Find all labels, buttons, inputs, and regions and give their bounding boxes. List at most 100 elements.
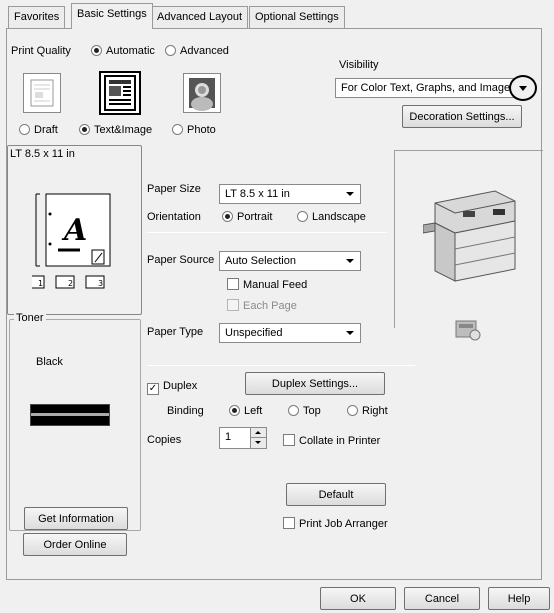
manual-feed-checkbox[interactable]: Manual Feed <box>227 278 307 291</box>
paper-source-select[interactable]: Auto Selection <box>219 251 361 271</box>
tab-optional-settings[interactable]: Optional Settings <box>249 6 345 28</box>
help-button[interactable]: Help <box>488 587 550 610</box>
printer-status-icon <box>455 320 481 341</box>
copies-up-button[interactable] <box>250 428 266 438</box>
duplex-check-box: ✓ <box>147 383 159 395</box>
print-quality-label: Print Quality <box>11 45 71 57</box>
visibility-label: Visibility <box>339 59 379 71</box>
paper-source-label: Paper Source <box>147 254 215 266</box>
print-job-arranger-checkbox[interactable]: Print Job Arranger <box>283 517 388 530</box>
visibility-select[interactable]: For Color Text, Graphs, and Image <box>335 78 515 98</box>
toner-group: Toner Black Get Information <box>9 312 141 531</box>
tab-advanced-layout[interactable]: Advanced Layout <box>151 6 249 28</box>
radio-photo-label: Photo <box>187 124 216 136</box>
chevron-down-icon <box>519 86 527 91</box>
radio-draft-label: Draft <box>34 124 58 136</box>
radio-binding-top-dot <box>288 405 299 416</box>
text-image-mode-icon[interactable] <box>99 71 141 115</box>
radio-photo[interactable]: Photo <box>172 124 216 136</box>
toner-level-bar <box>30 404 110 426</box>
radio-landscape[interactable]: Landscape <box>297 211 366 223</box>
radio-binding-right-label: Right <box>362 405 388 417</box>
duplex-settings-button[interactable]: Duplex Settings... <box>245 372 385 395</box>
basic-settings-panel: Print Quality Automatic Advanced Draft T… <box>6 28 543 580</box>
radio-binding-top[interactable]: Top <box>288 405 321 417</box>
radio-advanced-label: Advanced <box>180 45 229 57</box>
decoration-settings-button[interactable]: Decoration Settings... <box>402 105 522 128</box>
radio-photo-dot <box>172 124 183 135</box>
print-job-arranger-box <box>283 517 295 529</box>
manual-feed-box <box>227 278 239 290</box>
radio-portrait[interactable]: Portrait <box>222 211 272 223</box>
toner-legend: Toner <box>14 312 46 324</box>
page-preview-icon: A 1 2 3 <box>32 193 111 289</box>
tab-favorites[interactable]: Favorites <box>8 6 66 28</box>
copies-down-button[interactable] <box>250 438 266 448</box>
chevron-up-icon <box>255 431 261 434</box>
paper-size-value: LT 8.5 x 11 in <box>225 188 290 200</box>
copies-stepper[interactable]: 1 <box>219 427 267 449</box>
radio-automatic-label: Automatic <box>106 45 155 57</box>
collate-label: Collate in Printer <box>299 435 381 447</box>
cancel-button[interactable]: Cancel <box>404 587 480 610</box>
chevron-down-icon <box>346 192 354 196</box>
radio-automatic-dot <box>91 45 102 56</box>
orientation-label: Orientation <box>147 211 201 223</box>
default-button[interactable]: Default <box>286 483 386 506</box>
svg-text:2: 2 <box>68 279 73 288</box>
paper-size-label: Paper Size <box>147 183 201 195</box>
tab-basic-settings[interactable]: Basic Settings <box>71 3 153 29</box>
each-page-label: Each Page <box>243 300 297 312</box>
printer-image-frame <box>394 150 543 341</box>
copies-label: Copies <box>147 434 182 446</box>
svg-text:1: 1 <box>38 279 43 288</box>
manual-feed-label: Manual Feed <box>243 279 308 291</box>
each-page-box <box>227 299 239 311</box>
radio-text-image[interactable]: Text&Image <box>79 124 152 136</box>
radio-binding-left-label: Left <box>244 405 263 417</box>
radio-automatic[interactable]: Automatic <box>91 45 155 57</box>
paper-preview: LT 8.5 x 11 in A 1 2 3 <box>7 145 142 315</box>
chevron-down-icon <box>346 331 354 335</box>
toner-level-stripe <box>31 413 109 416</box>
preview-paper-label: LT 8.5 x 11 in <box>10 148 75 160</box>
radio-binding-left-dot <box>229 405 240 416</box>
paper-type-value: Unspecified <box>225 327 283 339</box>
photo-mode-icon[interactable] <box>183 73 221 113</box>
order-online-button[interactable]: Order Online <box>23 533 127 556</box>
draft-mode-icon[interactable] <box>23 73 61 113</box>
radio-advanced[interactable]: Advanced <box>165 45 229 57</box>
binding-label: Binding <box>167 405 204 417</box>
each-page-checkbox[interactable]: Each Page <box>227 299 297 312</box>
paper-source-value: Auto Selection <box>225 255 296 267</box>
radio-landscape-dot <box>297 211 308 222</box>
svg-text:3: 3 <box>98 279 103 288</box>
paper-type-select[interactable]: Unspecified <box>219 323 361 343</box>
printer-icon <box>423 190 516 282</box>
ok-button[interactable]: OK <box>320 587 396 610</box>
radio-draft[interactable]: Draft <box>19 124 58 136</box>
print-job-arranger-label: Print Job Arranger <box>299 518 388 530</box>
copies-value: 1 <box>225 431 232 443</box>
radio-binding-top-label: Top <box>303 405 321 417</box>
visibility-select-value: For Color Text, Graphs, and Image <box>341 82 511 94</box>
paper-type-label: Paper Type <box>147 326 204 338</box>
radio-binding-left[interactable]: Left <box>229 405 262 417</box>
radio-binding-right[interactable]: Right <box>347 405 388 417</box>
radio-draft-dot <box>19 124 30 135</box>
visibility-dropdown-highlight[interactable] <box>509 75 537 101</box>
paper-size-select[interactable]: LT 8.5 x 11 in <box>219 184 361 204</box>
get-information-button[interactable]: Get Information <box>24 507 128 530</box>
duplex-label: Duplex <box>163 380 198 392</box>
collate-box <box>283 434 295 446</box>
radio-text-image-label: Text&Image <box>94 124 153 136</box>
radio-advanced-dot <box>165 45 176 56</box>
duplex-checkbox[interactable]: ✓ Duplex <box>147 380 197 395</box>
collate-checkbox[interactable]: Collate in Printer <box>283 434 380 447</box>
chevron-down-icon <box>255 441 261 444</box>
radio-landscape-label: Landscape <box>312 211 366 223</box>
divider <box>147 365 415 366</box>
radio-portrait-label: Portrait <box>237 211 273 223</box>
radio-text-image-dot <box>79 124 90 135</box>
radio-portrait-dot <box>222 211 233 222</box>
